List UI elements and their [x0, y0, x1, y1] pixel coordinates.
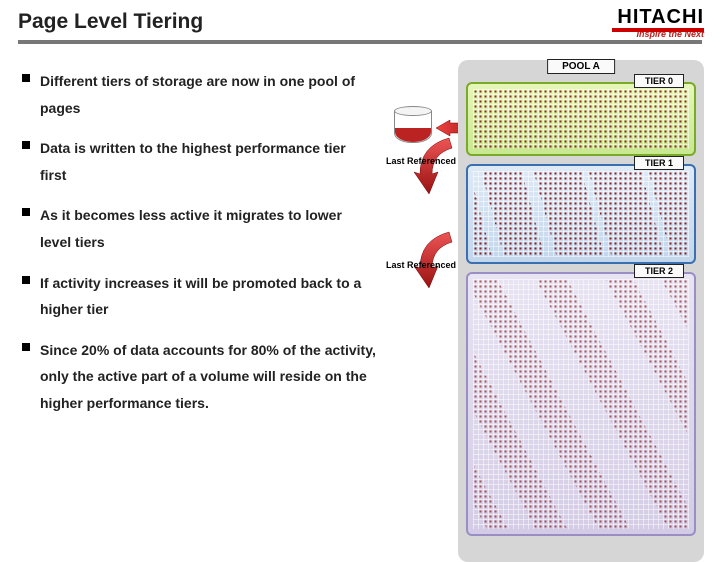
page-cells-icon [473, 171, 689, 257]
reference-label: Last Referenced [386, 260, 456, 270]
bullet-item: Since 20% of data accounts for 80% of th… [22, 337, 376, 417]
storage-pool: POOL A TIER 0 TIER 1 TIER 2 [458, 60, 704, 562]
brand-logo: HITACHI Inspire the Next [617, 6, 704, 39]
bullet-item: As it becomes less active it migrates to… [22, 202, 376, 255]
tier-2-block: TIER 2 [466, 272, 696, 536]
slide-body: Different tiers of storage are now in on… [0, 50, 720, 431]
bullet-item: Different tiers of storage are now in on… [22, 68, 376, 121]
tier-label: TIER 2 [634, 264, 684, 278]
bullet-item: If activity increases it will be promote… [22, 270, 376, 323]
diagram-area: Last Referenced Last Referenced POOL A T… [376, 62, 704, 431]
tier-label: TIER 1 [634, 156, 684, 170]
logo-accent-bar [612, 28, 704, 32]
tier-1-block: TIER 1 [466, 164, 696, 264]
pool-name-label: POOL A [547, 59, 615, 74]
title-underline [18, 40, 702, 44]
bullet-list: Different tiers of storage are now in on… [22, 68, 376, 417]
reference-label: Last Referenced [386, 156, 456, 166]
page-cells-icon [473, 89, 689, 149]
bullet-item: Data is written to the highest performan… [22, 135, 376, 188]
arrow-migrate-down-icon [414, 136, 454, 196]
slide-title: Page Level Tiering [18, 10, 702, 34]
bullet-column: Different tiers of storage are now in on… [16, 62, 376, 431]
tier-0-block: TIER 0 [466, 82, 696, 156]
logo-wordmark: HITACHI [617, 6, 704, 29]
slide-header: Page Level Tiering HITACHI Inspire the N… [0, 0, 720, 50]
page-cells-icon [473, 279, 689, 529]
tier-label: TIER 0 [634, 74, 684, 88]
